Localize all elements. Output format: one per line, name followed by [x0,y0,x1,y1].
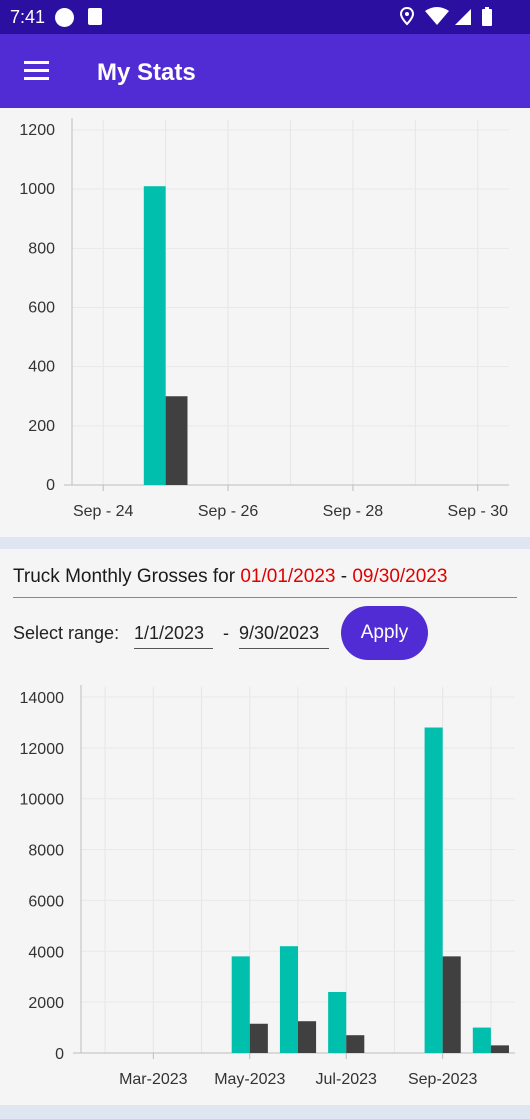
y-tick-label: 200 [28,418,55,435]
bar [279,946,298,1053]
status-bar: 7:41 [0,0,530,34]
bar [424,727,443,1053]
x-tick-label: Jul-2023 [316,1071,377,1088]
y-tick-label: 12000 [20,741,65,758]
select-range-label: Select range: [13,623,120,643]
wifi-icon [425,7,449,25]
title-prefix: Truck Monthly Grosses for [13,566,236,587]
x-tick-label: Sep - 30 [448,503,509,520]
x-tick-label: Sep-2023 [408,1071,477,1088]
bar [472,1027,491,1053]
x-tick-label: Sep - 28 [323,503,384,520]
bar [346,1035,365,1053]
status-time: 7:41 [10,7,46,27]
y-tick-label: 1200 [19,122,55,139]
y-tick-label: 4000 [28,944,64,961]
title-divider [13,597,517,598]
y-tick-label: 8000 [28,843,64,860]
bar [298,1021,317,1053]
bar [165,396,188,485]
apply-button[interactable]: Apply [341,606,428,660]
x-tick-label: May-2023 [214,1071,285,1088]
x-tick-label: Sep - 26 [198,503,259,520]
y-tick-label: 400 [28,359,55,376]
bar [490,1045,509,1053]
range-separator: - [223,623,229,643]
y-tick-label: 6000 [28,893,64,910]
y-tick-label: 0 [55,1046,64,1063]
location-icon [400,6,415,26]
app-bar: My Stats [0,34,530,108]
x-tick-label: Mar-2023 [119,1071,188,1088]
title-start-date: 01/01/2023 [240,566,336,587]
bar [328,991,347,1053]
y-tick-label: 14000 [20,690,65,707]
status-icons [400,6,492,26]
bar [143,186,166,485]
x-tick-label: Sep - 24 [73,503,134,520]
daily-chart-card: 0 200 400 600 800 1000 1200 Sep - 24 Sep - 26 Sep… [0,108,530,537]
monthly-grosses-card: Truck Monthly Grosses for 01/01/2023 - 0… [0,549,530,1105]
bar [231,956,250,1053]
signal-icon [455,9,471,25]
battery-icon [482,9,492,26]
range-end-input[interactable] [239,619,329,649]
hamburger-menu-icon[interactable] [22,58,52,84]
y-tick-label: 800 [28,240,55,257]
range-start-input[interactable] [134,619,213,649]
title-date-separator: - [340,566,348,587]
sd-card-icon [88,8,102,25]
y-tick-label: 2000 [28,995,64,1012]
bar [249,1023,268,1053]
circle-notification-icon [55,8,74,27]
y-tick-label: 600 [28,300,55,317]
y-tick-label: 10000 [20,792,65,809]
y-tick-label: 1000 [19,181,55,198]
monthly-grosses-title: Truck Monthly Grosses for 01/01/2023 - 0… [13,566,447,588]
title-end-date: 09/30/2023 [352,566,448,587]
bar [442,956,461,1053]
monthly-bar-chart: 0 2000 4000 6000 8000 10000 12000 14000 Mar-2023… [20,685,515,1088]
daily-bar-chart: 0 200 400 600 800 1000 1200 Sep - 24 Sep - 26 Sep… [19,118,509,520]
page-title: My Stats [97,59,196,86]
y-tick-label: 0 [46,477,55,494]
